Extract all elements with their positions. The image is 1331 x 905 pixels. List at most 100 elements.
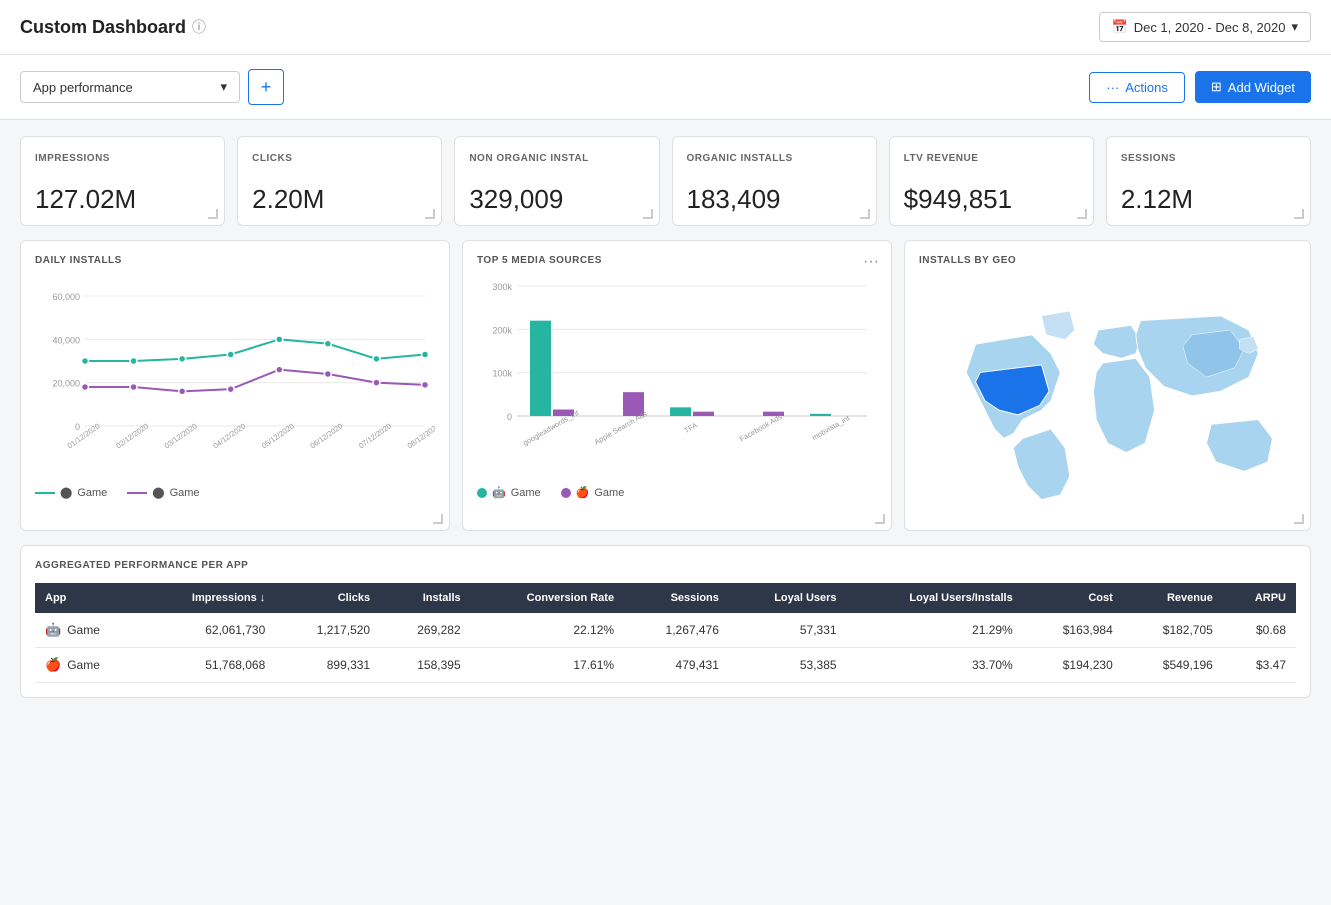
kpi-label-3: ORGANIC INSTALLS — [687, 153, 862, 164]
world-map-svg — [919, 276, 1296, 516]
svg-text:TFA: TFA — [683, 420, 699, 435]
daily-installs-card: DAILY INSTALLS 020,00040,00060,00001/12/… — [20, 240, 450, 531]
col-header-5: Sessions — [624, 583, 729, 613]
kpi-value-5: 2.12M — [1121, 184, 1296, 215]
svg-text:60,000: 60,000 — [52, 292, 80, 302]
installs-geo-card: INSTALLS BY GEO — [904, 240, 1311, 531]
svg-text:0: 0 — [75, 422, 80, 432]
app-cell-1: 🍎 Game — [45, 657, 132, 673]
kpi-label-2: NON ORGANIC INSTAL — [469, 153, 644, 164]
table-cell-0-0: 🤖 Game — [35, 613, 142, 648]
actions-label: Actions — [1125, 80, 1168, 95]
legend-line-android — [35, 492, 55, 494]
kpi-value-3: 183,409 — [687, 184, 862, 215]
legend-bar-ios: 🍎 Game — [561, 486, 625, 499]
table-cell-0-1: 62,061,730 — [142, 613, 275, 648]
app-select-label: App performance — [33, 80, 133, 95]
svg-text:Facebook Ads: Facebook Ads — [738, 412, 784, 444]
toolbar: App performance ▾ + ··· Actions ⊞ Add Wi… — [0, 55, 1331, 120]
col-header-6: Loyal Users — [729, 583, 847, 613]
app-name-1: Game — [67, 658, 100, 672]
legend-ios: ⬤ Game — [127, 486, 199, 499]
date-range-button[interactable]: 📅 Dec 1, 2020 - Dec 8, 2020 ▾ — [1099, 12, 1311, 42]
add-widget-button[interactable]: ⊞ Add Widget — [1195, 71, 1311, 103]
svg-text:200k: 200k — [492, 325, 512, 335]
table-cell-0-3: 269,282 — [380, 613, 471, 648]
header-left: Custom Dashboard ⓘ — [20, 17, 206, 38]
table-cell-1-6: 53,385 — [729, 648, 847, 683]
top5-media-title: TOP 5 MEDIA SOURCES — [477, 255, 877, 266]
col-header-8: Cost — [1023, 583, 1123, 613]
resize-handle-bar[interactable] — [875, 514, 885, 524]
kpi-row: IMPRESSIONS 127.02M CLICKS 2.20M NON ORG… — [20, 136, 1311, 226]
table-cell-1-10: $3.47 — [1223, 648, 1296, 683]
kpi-card-3: ORGANIC INSTALLS 183,409 — [672, 136, 877, 226]
col-header-9: Revenue — [1123, 583, 1223, 613]
kpi-value-0: 127.02M — [35, 184, 210, 215]
table-row: 🤖Game62,061,7301,217,520269,28222.12%1,2… — [35, 613, 1296, 648]
chevron-down-icon: ▾ — [220, 79, 227, 95]
date-range-label: Dec 1, 2020 - Dec 8, 2020 — [1134, 20, 1286, 35]
kpi-label-1: CLICKS — [252, 153, 427, 164]
table-cell-1-7: 33.70% — [847, 648, 1023, 683]
kpi-value-2: 329,009 — [469, 184, 644, 215]
col-header-0: App — [35, 583, 142, 613]
table-body: 🤖Game62,061,7301,217,520269,28222.12%1,2… — [35, 613, 1296, 683]
table-cell-0-6: 57,331 — [729, 613, 847, 648]
table-header-row: AppImpressions ↓ClicksInstallsConversion… — [35, 583, 1296, 613]
app-name-0: Game — [67, 623, 100, 637]
col-header-2: Clicks — [275, 583, 380, 613]
chart-menu-icon[interactable]: ··· — [863, 253, 879, 271]
geo-map — [919, 276, 1296, 516]
legend-android: ⬤ Game — [35, 486, 107, 499]
table-cell-0-8: $163,984 — [1023, 613, 1123, 648]
svg-text:20,000: 20,000 — [52, 379, 80, 389]
kpi-label-0: IMPRESSIONS — [35, 153, 210, 164]
kpi-corner-3 — [860, 209, 870, 219]
table-cell-1-5: 479,431 — [624, 648, 729, 683]
kpi-label-5: SESSIONS — [1121, 153, 1296, 164]
table-row: 🍎Game51,768,068899,331158,39517.61%479,4… — [35, 648, 1296, 683]
android-icon: 🤖 — [45, 622, 61, 638]
kpi-card-5: SESSIONS 2.12M — [1106, 136, 1311, 226]
toolbar-left: App performance ▾ + — [20, 69, 284, 105]
table-cell-0-9: $182,705 — [1123, 613, 1223, 648]
table-cell-1-9: $549,196 — [1123, 648, 1223, 683]
kpi-card-1: CLICKS 2.20M — [237, 136, 442, 226]
resize-handle[interactable] — [433, 514, 443, 524]
line-chart-svg: 020,00040,00060,00001/12/202002/12/20200… — [35, 276, 435, 476]
add-filter-button[interactable]: + — [248, 69, 284, 105]
bar-legend-android-label: Game — [511, 487, 541, 499]
col-header-7: Loyal Users/Installs — [847, 583, 1023, 613]
svg-text:40,000: 40,000 — [52, 335, 80, 345]
bar-chart-legend: 🤖 Game 🍎 Game — [477, 486, 877, 499]
table-section: AGGREGATED PERFORMANCE PER APP AppImpres… — [20, 545, 1311, 698]
bar-android-icon: 🤖 — [492, 486, 506, 499]
performance-table: AppImpressions ↓ClicksInstallsConversion… — [35, 583, 1296, 683]
calendar-icon: 📅 — [1112, 19, 1128, 35]
actions-button[interactable]: ··· Actions — [1089, 72, 1185, 103]
bar-chart: 0100k200k300kgoogleadwords_intApple Sear… — [477, 276, 877, 476]
table-cell-1-4: 17.61% — [471, 648, 624, 683]
daily-installs-title: DAILY INSTALLS — [35, 255, 435, 266]
svg-text:mobvista_int: mobvista_int — [810, 413, 852, 442]
kpi-value-1: 2.20M — [252, 184, 427, 215]
apple-icon: 🍎 — [45, 657, 61, 673]
line-chart: 020,00040,00060,00001/12/202002/12/20200… — [35, 276, 435, 476]
app-performance-select[interactable]: App performance ▾ — [20, 71, 240, 103]
svg-text:Apple Search Ads: Apple Search Ads — [593, 409, 649, 447]
legend-dot-ios — [561, 488, 571, 498]
info-icon[interactable]: ⓘ — [192, 17, 206, 37]
resize-handle-geo[interactable] — [1294, 514, 1304, 524]
add-widget-label: Add Widget — [1228, 80, 1295, 95]
bar-chart-svg: 0100k200k300kgoogleadwords_intApple Sear… — [477, 276, 877, 476]
table-cell-0-2: 1,217,520 — [275, 613, 380, 648]
kpi-corner-4 — [1077, 209, 1087, 219]
svg-text:300k: 300k — [492, 282, 512, 292]
table-cell-1-0: 🍎 Game — [35, 648, 142, 683]
line-chart-legend: ⬤ Game ⬤ Game — [35, 486, 435, 499]
col-header-1: Impressions ↓ — [142, 583, 275, 613]
svg-text:0: 0 — [507, 412, 512, 422]
top5-media-card: TOP 5 MEDIA SOURCES ··· 0100k200k300kgoo… — [462, 240, 892, 531]
table-cell-1-8: $194,230 — [1023, 648, 1123, 683]
